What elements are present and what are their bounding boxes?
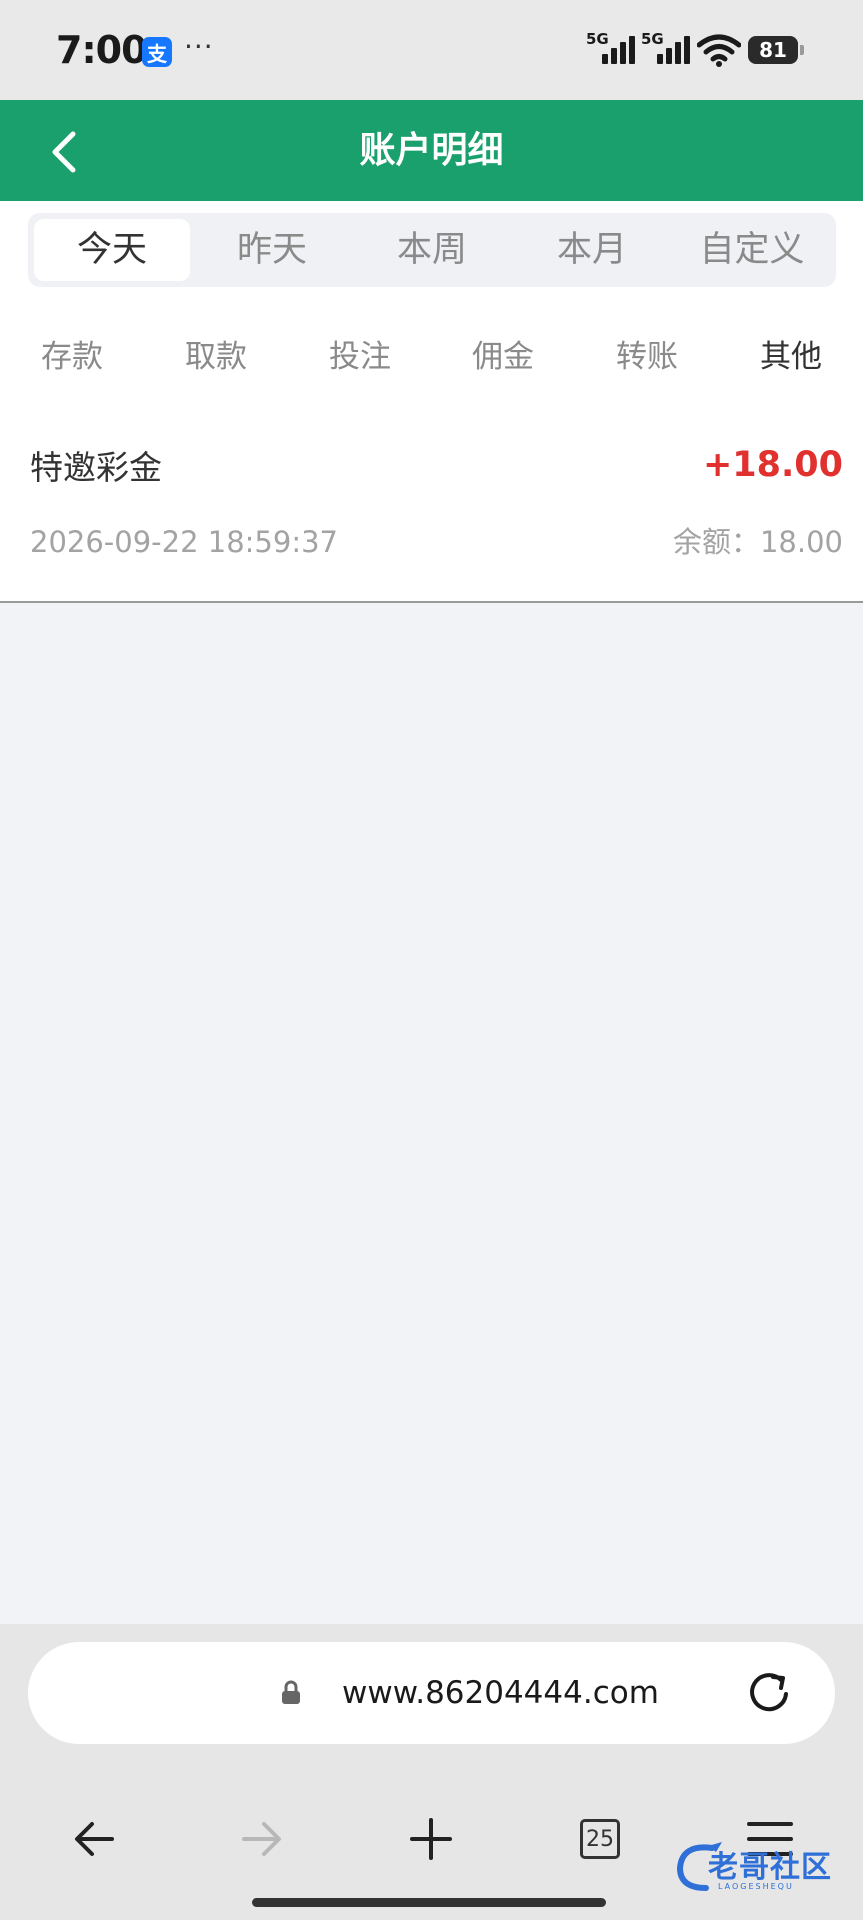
url-text[interactable]: www.86204444.com [342, 1642, 659, 1744]
reload-button[interactable] [744, 1668, 794, 1718]
status-time: 7:00 [56, 28, 148, 72]
address-bar[interactable]: www.86204444.com [28, 1642, 835, 1744]
page-title: 账户明细 [359, 130, 504, 171]
new-tab-button[interactable] [391, 1799, 471, 1879]
browser-bar: www.86204444.com 25 老哥社区 LAOGESHEQU [0, 1624, 863, 1920]
browser-forward-button[interactable] [222, 1799, 302, 1879]
browser-back-button[interactable] [54, 1799, 134, 1879]
type-tab-other[interactable]: 其他 [721, 331, 861, 376]
type-tab-transfer[interactable]: 转账 [577, 331, 717, 376]
more-dots-icon: ··· [184, 30, 214, 63]
network-label: 5G [586, 30, 609, 48]
type-tab-deposit[interactable]: 存款 [2, 331, 142, 376]
watermark-subtext: LAOGESHEQU [718, 1882, 794, 1891]
record-title: 特邀彩金 [30, 448, 162, 487]
reload-icon [750, 1673, 788, 1712]
watermark-text: 老哥社区 [708, 1850, 832, 1885]
tab-this-week[interactable]: 本周 [354, 219, 510, 281]
record-balance: 余额：18.00 [672, 525, 843, 559]
tab-today[interactable]: 今天 [34, 219, 190, 281]
wifi-icon [697, 34, 741, 67]
content-panel: 今天 昨天 本周 本月 自定义 存款 取款 投注 佣金 转账 其他 特邀彩金 +… [0, 201, 863, 603]
signal-5g-icon-2: 5G [641, 30, 691, 68]
plus-icon [410, 1818, 452, 1860]
type-tab-withdraw[interactable]: 取款 [146, 331, 286, 376]
back-button[interactable] [34, 122, 94, 182]
tab-yesterday[interactable]: 昨天 [194, 219, 350, 281]
battery-icon: 81 [748, 36, 804, 64]
period-tabs: 今天 昨天 本周 本月 自定义 [28, 213, 836, 287]
status-bar: 7:00 支 ··· 5G 5G 81 [0, 0, 863, 100]
tab-this-month[interactable]: 本月 [514, 219, 670, 281]
tab-custom[interactable]: 自定义 [674, 219, 830, 281]
watermark-logo: 老哥社区 LAOGESHEQU [672, 1838, 854, 1894]
signal-5g-icon: 5G [586, 30, 636, 68]
chevron-left-icon [52, 131, 76, 173]
type-tab-commission[interactable]: 佣金 [433, 331, 573, 376]
app-header: 账户明细 [0, 100, 863, 201]
home-indicator [252, 1898, 606, 1907]
arrow-left-icon [75, 1822, 114, 1856]
arrow-right-icon [242, 1822, 281, 1856]
network-label-2: 5G [641, 30, 664, 48]
alipay-icon: 支 [142, 37, 172, 67]
type-tab-bet[interactable]: 投注 [290, 331, 430, 376]
tab-count-badge: 25 [580, 1819, 620, 1859]
lock-icon [282, 1680, 300, 1704]
tabs-button[interactable]: 25 [560, 1799, 640, 1879]
record-time: 2026-09-22 18:59:37 [30, 525, 338, 559]
record-amount: +18.00 [702, 445, 843, 485]
